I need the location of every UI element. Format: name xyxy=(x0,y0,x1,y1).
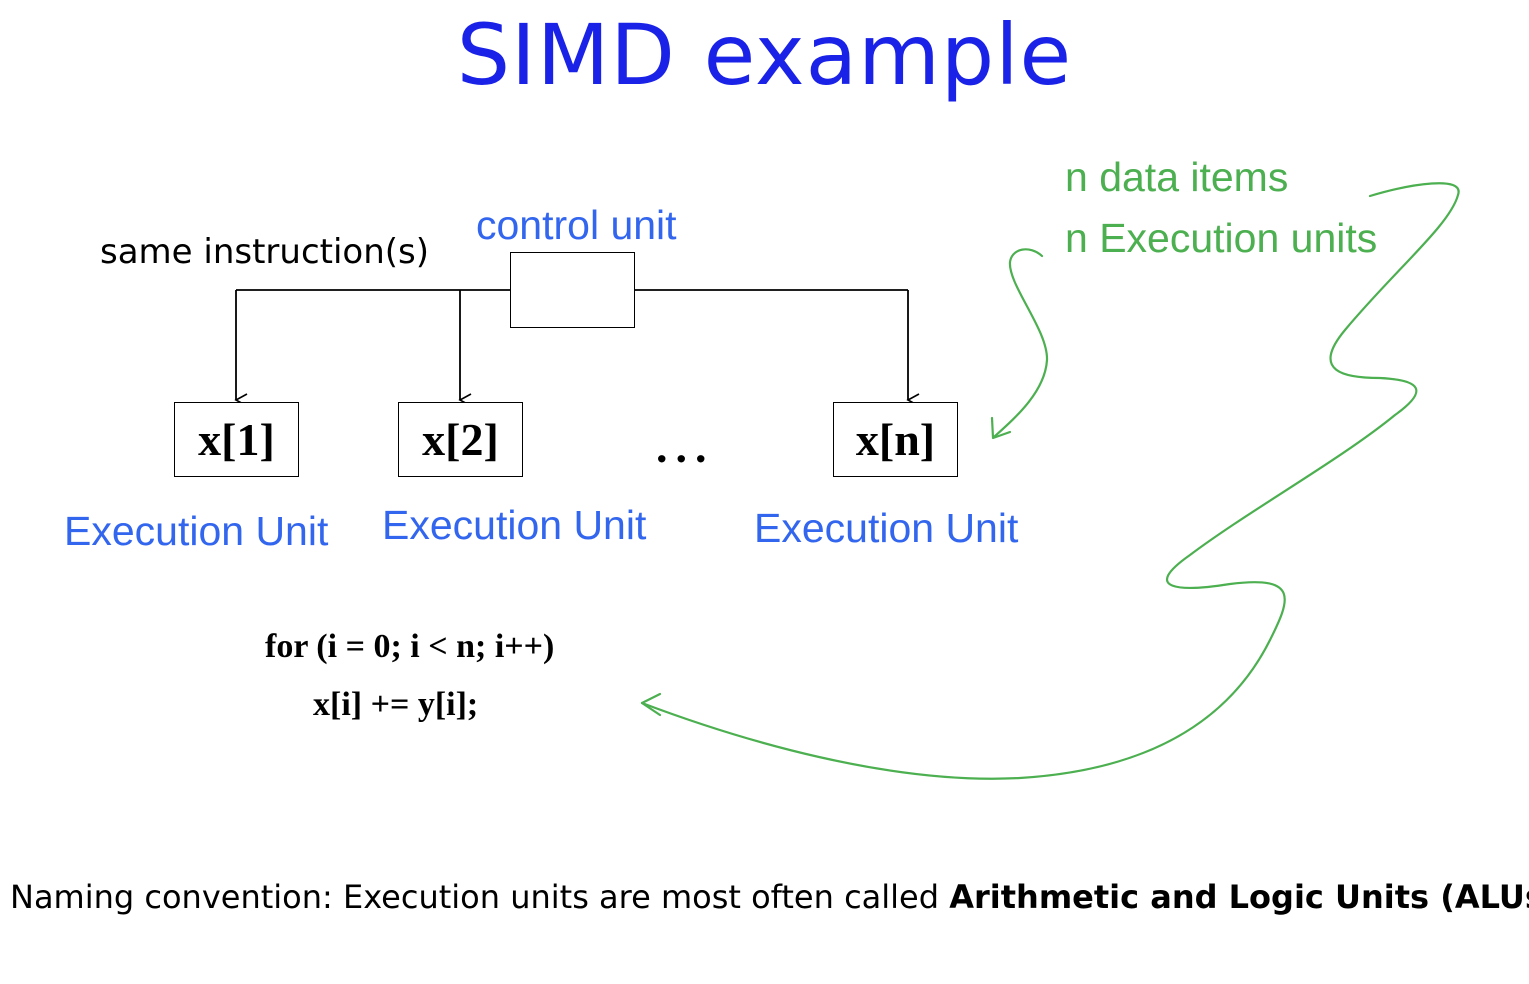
unit-caption-1: Execution Unit xyxy=(64,508,329,554)
code-line-2: x[i] += y[i]; xyxy=(313,686,479,723)
unit-value-2: x[2] xyxy=(422,414,499,465)
naming-convention-note: Naming convention: Execution units are m… xyxy=(10,878,1529,916)
diagram-lines xyxy=(234,182,1460,780)
instruction-label: same instruction(s) xyxy=(100,232,430,272)
control-unit-label: control unit xyxy=(476,202,677,248)
code-line-1: for (i = 0; i < n; i++) xyxy=(265,628,555,665)
naming-convention-bold: Arithmetic and Logic Units (ALUs) xyxy=(949,878,1529,916)
execution-unit-1: x[1] xyxy=(174,402,299,477)
unit-value-1: x[1] xyxy=(198,414,275,465)
unit-caption-n: Execution Unit xyxy=(754,505,1019,551)
unit-value-n: x[n] xyxy=(855,414,936,465)
naming-convention-text: Naming convention: Execution units are m… xyxy=(10,878,950,916)
annotation-arrow-head-2 xyxy=(640,692,662,717)
annotation-execution-units: n Execution units xyxy=(1065,215,1378,261)
execution-unit-2: x[2] xyxy=(398,402,523,477)
annotation-arrow-to-code xyxy=(640,182,1460,780)
ellipsis: ... xyxy=(656,421,715,472)
unit-caption-2: Execution Unit xyxy=(382,502,647,548)
annotation-data-items: n data items xyxy=(1065,154,1289,200)
control-unit-box xyxy=(510,252,635,328)
annotation-arrow-to-units xyxy=(992,248,1049,439)
execution-unit-n: x[n] xyxy=(833,402,958,477)
